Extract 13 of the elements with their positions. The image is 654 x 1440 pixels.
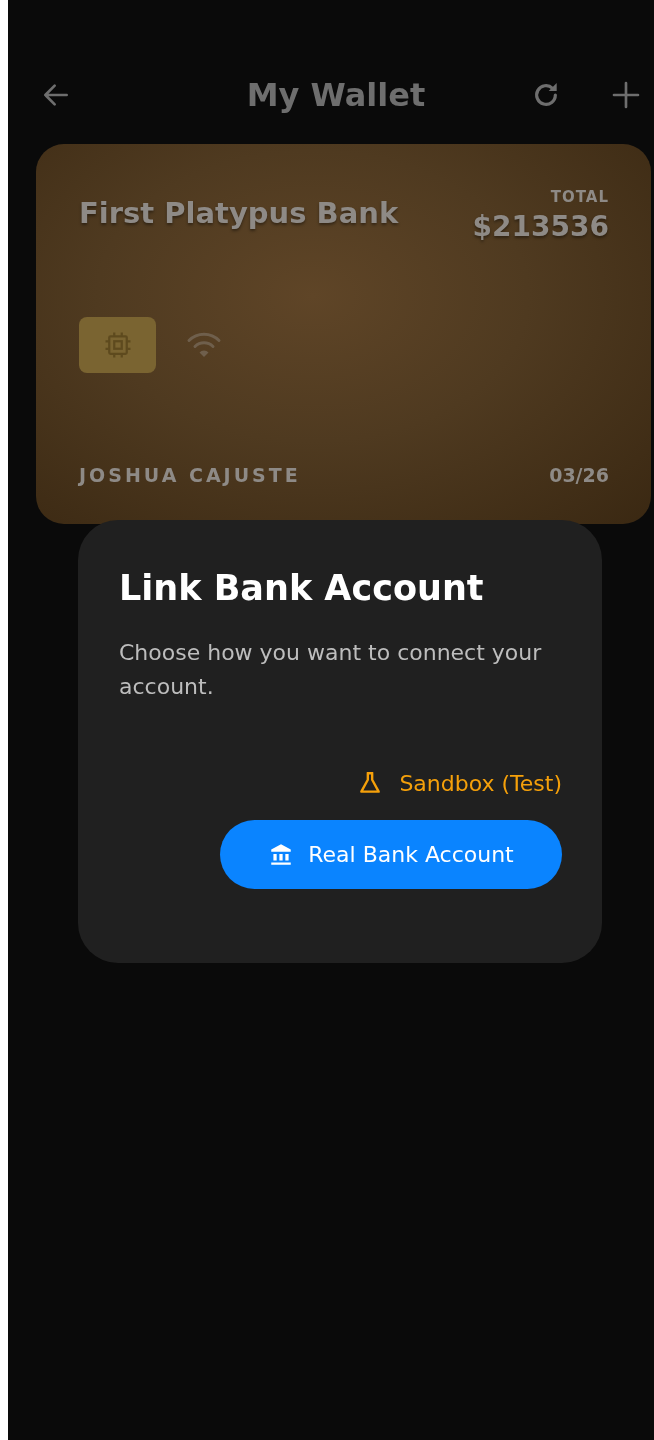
- real-bank-button[interactable]: Real Bank Account: [220, 820, 562, 889]
- dialog-message: Choose how you want to connect your account.: [119, 639, 543, 701]
- sandbox-button[interactable]: Sandbox (Test): [357, 764, 562, 802]
- plus-icon[interactable]: [610, 79, 642, 111]
- wifi-icon: [186, 330, 222, 360]
- bank-card[interactable]: First Platypus Bank TOTAL $213536 JOSHUA CAJUSTE 03/26: [36, 144, 651, 524]
- total-label: TOTAL: [549, 188, 609, 206]
- bank-name: First Platypus Bank: [79, 196, 399, 232]
- cardholder-name: JOSHUA CAJUSTE: [79, 464, 301, 486]
- dialog-title: Link Bank Account: [119, 568, 485, 608]
- expiry-date: 03/26: [549, 464, 609, 486]
- page-title: My Wallet: [245, 76, 427, 114]
- total-amount: $213536: [472, 210, 609, 243]
